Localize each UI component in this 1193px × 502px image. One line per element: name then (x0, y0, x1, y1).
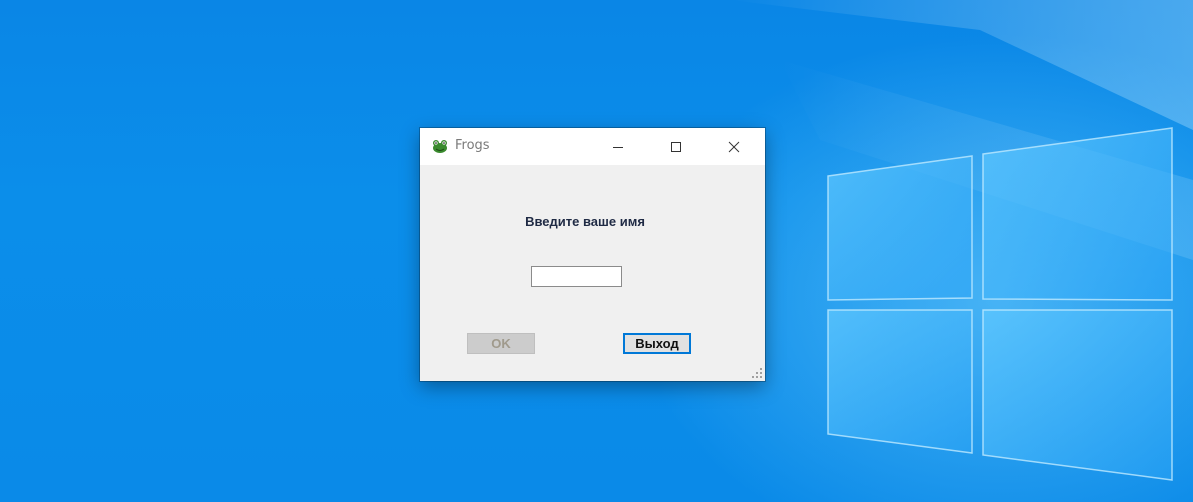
title-bar[interactable]: Frogs (420, 128, 765, 165)
window-title: Frogs (455, 138, 490, 153)
maximize-button[interactable] (653, 128, 699, 165)
frog-icon (433, 140, 447, 153)
ok-button[interactable]: OK (467, 333, 535, 354)
close-button[interactable] (711, 128, 757, 165)
exit-button[interactable]: Выход (623, 333, 691, 354)
minimize-icon (613, 146, 623, 148)
desktop: Frogs Введите ваше имя OK Выход (0, 0, 1193, 502)
name-prompt-label: Введите ваше имя (525, 214, 645, 229)
maximize-icon (671, 141, 681, 152)
name-input[interactable] (531, 266, 622, 287)
frogs-window: Frogs Введите ваше имя OK Выход (420, 128, 765, 381)
resize-grip-icon[interactable] (752, 368, 763, 379)
close-icon (728, 141, 740, 152)
minimize-button[interactable] (595, 128, 641, 165)
